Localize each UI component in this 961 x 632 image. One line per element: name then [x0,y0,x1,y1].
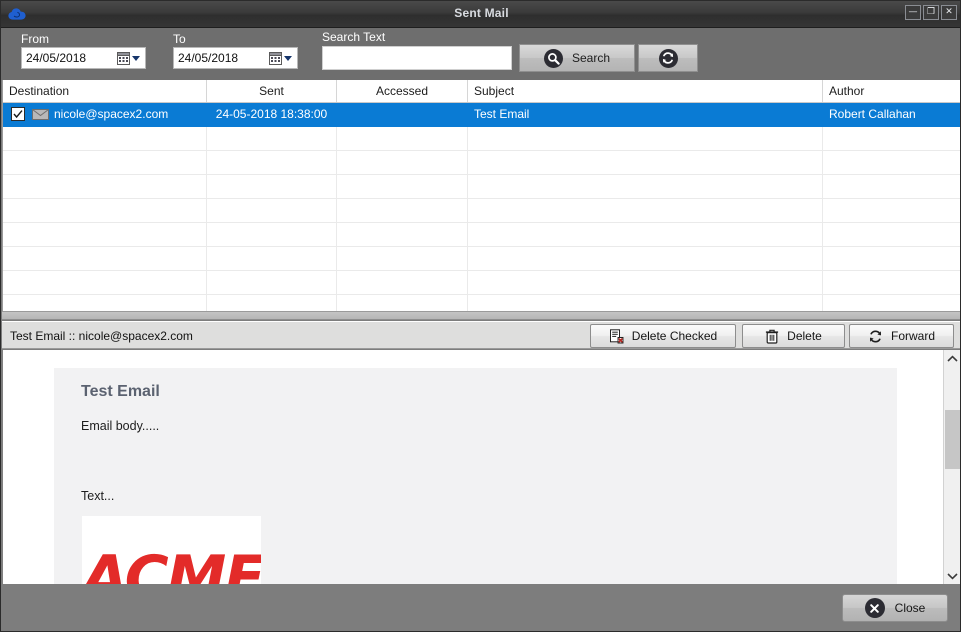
cell-author: Robert Callahan [829,107,916,121]
scroll-up-button[interactable] [944,350,960,367]
column-header-author[interactable]: Author [823,80,960,102]
forward-label: Forward [890,329,935,343]
calendar-icon [117,51,130,65]
maximize-button[interactable]: ❐ [923,5,939,20]
cell-destination-text: nicole@spacex2.com [54,107,169,121]
search-button-label: Search [571,51,611,65]
grid-header-row: Destination Sent Accessed Subject Author [3,80,960,103]
sent-mail-grid: Destination Sent Accessed Subject Author [2,80,960,320]
close-circle-icon [864,598,885,618]
filter-toolbar: From 24/05/2018 To 24/05/2018 Search Tex… [1,28,960,80]
cell-subject: Test Email [468,103,823,126]
acme-logo-image: ACME [82,516,261,584]
from-date-picker[interactable]: 24/05/2018 [21,47,146,69]
table-row-empty[interactable] [3,151,960,175]
window-controls: — ❐ ✕ [905,5,957,20]
grid-horizontal-scrollbar[interactable] [2,311,960,320]
delete-label: Delete [787,329,822,343]
table-row-empty[interactable] [3,223,960,247]
email-preview-panel: Test Email Email body..... Text... ACME [2,350,960,584]
cell-destination: nicole@spacex2.com [3,103,207,126]
grid-body: nicole@spacex2.com 24-05-2018 18:38:00 T… [3,103,960,319]
email-subject-heading: Test Email [81,383,160,400]
envelope-icon [32,109,49,120]
email-body-card: Test Email Email body..... Text... ACME [54,368,897,584]
window-title: Sent Mail [454,6,509,20]
search-input-wrapper[interactable] [322,46,512,70]
acme-logo-text: ACME [82,543,261,584]
column-header-subject[interactable]: Subject [468,80,823,102]
email-body-line-1: Email body..... [81,419,160,433]
refresh-button[interactable] [638,44,698,72]
search-input[interactable] [323,47,511,69]
delete-document-icon [609,328,624,344]
table-row-empty[interactable] [3,175,960,199]
to-date-dropdown-arrow[interactable] [284,55,292,61]
close-button-label: Close [894,601,926,615]
search-text-label: Search Text [322,30,386,44]
footer-bar: Close [2,585,960,631]
from-date-dropdown-arrow[interactable] [132,55,140,61]
maximize-icon: ❐ [926,7,936,17]
to-label: To [173,32,186,46]
trash-icon [765,329,779,344]
forward-button[interactable]: Forward [849,324,954,348]
close-icon: ✕ [945,7,953,17]
minimize-button[interactable]: — [905,5,921,20]
scrollbar-thumb[interactable] [945,410,960,469]
column-header-destination[interactable]: Destination [3,80,207,102]
forward-arrows-icon [868,329,883,344]
delete-checked-label: Delete Checked [631,329,718,343]
table-row-empty[interactable] [3,127,960,151]
column-header-sent[interactable]: Sent [207,80,337,102]
table-row-empty[interactable] [3,247,960,271]
chevron-up-icon [947,354,958,362]
delete-button[interactable]: Delete [742,324,845,348]
from-date-value: 24/05/2018 [26,51,87,65]
calendar-icon [269,51,282,65]
table-row[interactable]: nicole@spacex2.com 24-05-2018 18:38:00 T… [3,103,960,127]
chevron-down-icon [947,572,958,580]
action-bar: Test Email :: nicole@spacex2.com Delete … [2,321,960,349]
refresh-icon [658,48,678,68]
row-checkbox[interactable] [11,107,25,121]
to-date-value: 24/05/2018 [178,51,239,65]
cell-accessed [337,103,468,126]
email-body-line-2: Text... [81,489,115,503]
search-button[interactable]: Search [519,44,635,72]
to-date-picker[interactable]: 24/05/2018 [173,47,298,69]
scroll-down-button[interactable] [944,567,960,584]
cell-sent: 24-05-2018 18:38:00 [207,103,337,126]
close-window-button[interactable]: ✕ [941,5,957,20]
preview-vertical-scrollbar[interactable] [943,350,960,584]
table-row-empty[interactable] [3,199,960,223]
delete-checked-button[interactable]: Delete Checked [590,324,736,348]
column-header-accessed[interactable]: Accessed [337,80,468,102]
title-bar: Sent Mail — ❐ ✕ [1,1,960,28]
magnifier-icon [543,48,563,68]
minimize-icon: — [908,7,918,17]
table-row-empty[interactable] [3,271,960,295]
close-button[interactable]: Close [842,594,948,622]
status-text: Test Email :: nicole@spacex2.com [10,329,193,343]
sent-mail-window: Sent Mail — ❐ ✕ From 24/05/2018 To 24/05… [0,0,961,632]
from-label: From [21,32,49,46]
